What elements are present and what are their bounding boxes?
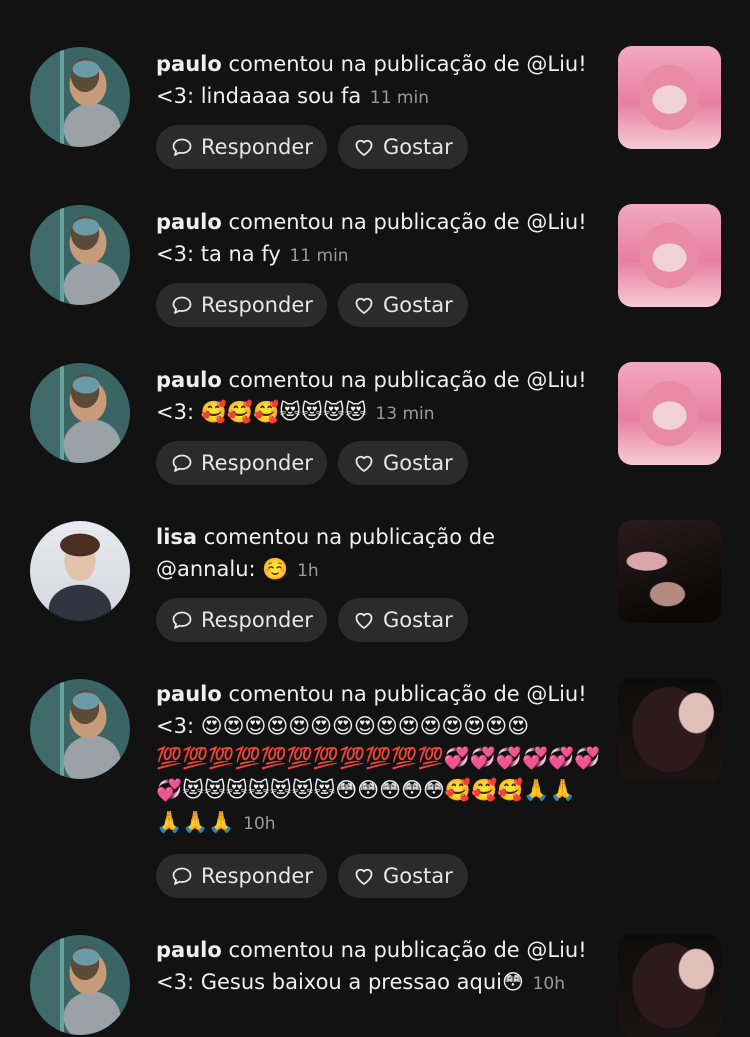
notification-text: paulo comentou na publicação de @Liu! <3… — [156, 364, 601, 430]
like-button[interactable]: Gostar — [338, 854, 468, 898]
heart-icon — [355, 612, 373, 629]
avatar[interactable] — [30, 679, 130, 779]
action-text: comentou na publicação de @Liu! — [228, 210, 587, 234]
avatar[interactable] — [30, 521, 130, 621]
comment-text: <3: 🥰🥰🥰😻😻😻😻 — [156, 400, 367, 424]
timestamp: 10h — [532, 974, 565, 994]
action-text: comentou na publicação de — [203, 525, 496, 549]
comment-bubble-icon — [172, 611, 192, 629]
notification-text: lisa comentou na publicação de @annalu: … — [156, 521, 601, 587]
like-button[interactable]: Gostar — [338, 125, 468, 169]
action-text: comentou na publicação de @Liu! — [228, 938, 587, 962]
username[interactable]: paulo — [156, 368, 222, 392]
timestamp: 13 min — [375, 404, 435, 424]
like-label: Gostar — [383, 451, 453, 475]
comment-text: <3: ta na fy — [156, 242, 281, 266]
notification-text: paulo comentou na publicação de @Liu! <3… — [156, 206, 601, 272]
reply-button[interactable]: Responder — [156, 283, 327, 327]
timestamp: 1h — [297, 561, 319, 581]
like-button[interactable]: Gostar — [338, 283, 468, 327]
notification-text: paulo comentou na publicação de @Liu! <3… — [156, 678, 601, 840]
timestamp: 11 min — [369, 88, 429, 108]
heart-icon — [355, 455, 373, 472]
notification-text: paulo comentou na publicação de @Liu! <3… — [156, 48, 601, 114]
post-thumbnail[interactable] — [618, 678, 721, 781]
comment-bubble-icon — [172, 296, 192, 314]
action-text: comentou na publicação de @Liu! — [228, 52, 587, 76]
reply-button[interactable]: Responder — [156, 854, 327, 898]
reply-button[interactable]: Responder — [156, 441, 327, 485]
avatar[interactable] — [30, 47, 130, 147]
timestamp: 11 min — [289, 246, 349, 266]
comment-bubble-icon — [172, 454, 192, 472]
notification-text: paulo comentou na publicação de @Liu! <3… — [156, 934, 601, 1000]
comment-bubble-icon — [172, 867, 192, 885]
reply-label: Responder — [201, 864, 313, 888]
reply-label: Responder — [201, 451, 313, 475]
username[interactable]: paulo — [156, 682, 222, 706]
heart-icon — [355, 297, 373, 314]
comment-bubble-icon — [172, 138, 192, 156]
post-thumbnail[interactable] — [618, 362, 721, 465]
like-button[interactable]: Gostar — [338, 598, 468, 642]
post-thumbnail[interactable] — [618, 520, 721, 623]
post-thumbnail[interactable] — [618, 46, 721, 149]
avatar[interactable] — [30, 935, 130, 1035]
comment-text: <3: 😍😍😍😍😍😍😍😍😍😍😍😍😍😍😍💯💯💯💯💯💯💯💯💯💯💯💞💞💞💞💞💞💞😻😻😻… — [156, 714, 601, 834]
reply-label: Responder — [201, 293, 313, 317]
post-thumbnail[interactable] — [618, 204, 721, 307]
heart-icon — [355, 868, 373, 885]
like-label: Gostar — [383, 864, 453, 888]
reply-button[interactable]: Responder — [156, 598, 327, 642]
avatar[interactable] — [30, 363, 130, 463]
username[interactable]: lisa — [156, 525, 197, 549]
username[interactable]: paulo — [156, 210, 222, 234]
heart-icon — [355, 139, 373, 156]
like-button[interactable]: Gostar — [338, 441, 468, 485]
avatar[interactable] — [30, 205, 130, 305]
username[interactable]: paulo — [156, 52, 222, 76]
timestamp: 10h — [243, 814, 276, 834]
reply-label: Responder — [201, 608, 313, 632]
comment-text: <3: Gesus baixou a pressao aqui😳 — [156, 970, 524, 994]
username[interactable]: paulo — [156, 938, 222, 962]
like-label: Gostar — [383, 135, 453, 159]
comment-text: @annalu: ☺️ — [156, 557, 289, 581]
reply-button[interactable]: Responder — [156, 125, 327, 169]
like-label: Gostar — [383, 293, 453, 317]
action-text: comentou na publicação de @Liu! — [228, 368, 587, 392]
reply-label: Responder — [201, 135, 313, 159]
action-text: comentou na publicação de @Liu! — [228, 682, 587, 706]
like-label: Gostar — [383, 608, 453, 632]
comment-text: <3: lindaaaa sou fa — [156, 84, 362, 108]
post-thumbnail[interactable] — [618, 934, 721, 1037]
